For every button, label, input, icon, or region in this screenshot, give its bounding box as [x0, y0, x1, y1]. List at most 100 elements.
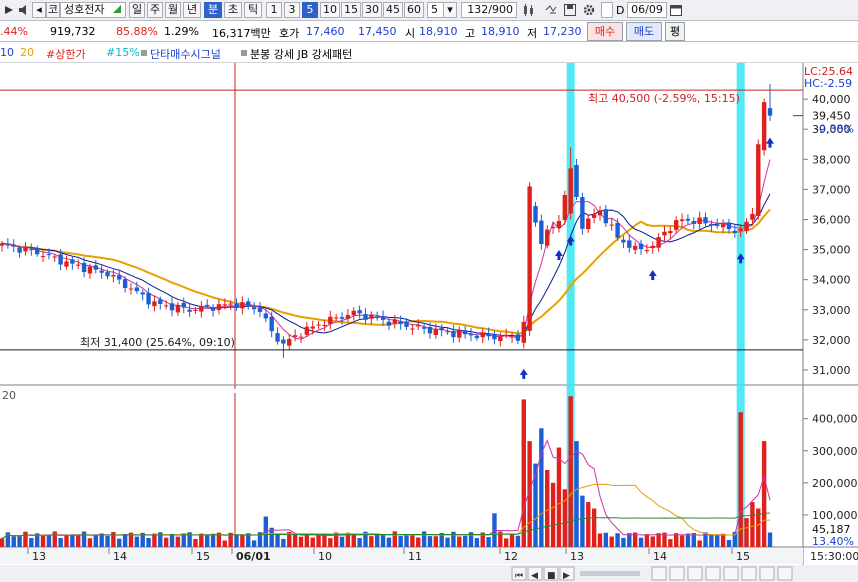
candle-body [468, 333, 474, 336]
crosshair-icon[interactable] [544, 3, 558, 17]
quote-change-pct: .44% [0, 25, 28, 38]
candle-body [644, 250, 650, 252]
interval-45-button[interactable]: 45 [383, 2, 403, 18]
date-field[interactable]: 06/09 [627, 2, 667, 18]
prev-stock-button[interactable]: ◂ [32, 2, 46, 18]
candle-body [134, 287, 140, 292]
legend-ma10[interactable]: 10 [0, 46, 14, 59]
zoom-tool-icon [741, 566, 757, 581]
volume-bar [404, 534, 409, 547]
candle-body [70, 259, 75, 264]
buy-button[interactable]: 매수 [587, 22, 623, 41]
candle-body [105, 272, 110, 277]
candle-body [533, 206, 538, 223]
candle-body [586, 218, 591, 230]
legend-upper-limit[interactable]: #상한가 [46, 46, 86, 62]
candle-body [163, 305, 169, 307]
speaker-icon[interactable] [17, 3, 31, 17]
period-day-button[interactable]: 일 [129, 2, 145, 18]
candle-body [410, 328, 415, 330]
interval-dropdown-icon[interactable]: ▾ [443, 2, 457, 18]
period-second-button[interactable]: 초 [224, 2, 242, 18]
volume-bar [586, 502, 591, 547]
candle-body [275, 333, 280, 342]
volume-bar [644, 534, 650, 547]
volume-bar [709, 534, 714, 547]
volume-pane-label: 20 [2, 389, 16, 402]
chart-toolbar: ◂ 코 성호전자 일 주 월 년 분 초 틱 1 3 5 10 15 30 45… [0, 0, 858, 21]
scroll-thumb [580, 571, 640, 576]
candle-body [433, 329, 439, 335]
volume-bar [562, 489, 568, 547]
volume-bar [240, 534, 245, 547]
gear-icon[interactable] [582, 3, 596, 17]
volume-bar [328, 538, 333, 547]
volume-bar [462, 535, 468, 547]
candle-body [328, 316, 333, 324]
volume-bar [392, 531, 397, 547]
stock-search-icon[interactable] [112, 4, 122, 14]
volume-bar [474, 538, 480, 547]
candle-body [345, 314, 351, 319]
market-code[interactable]: 코 [46, 2, 60, 18]
legend-ma20[interactable]: 20 [20, 46, 34, 59]
legend-buy-signal[interactable]: 단타매수시그널 [150, 46, 221, 62]
candle-body [627, 240, 632, 248]
candle-body [445, 331, 450, 333]
volume-bar [556, 447, 562, 547]
volume-bar [46, 535, 52, 547]
zoom-tool-icon [777, 566, 793, 581]
time-tick-label: 11 [408, 550, 422, 563]
candle-body [756, 144, 761, 216]
quote-open-label: 시 [405, 27, 416, 40]
quote-bid-price: 17,450 [358, 25, 397, 38]
interval-5-button[interactable]: 5 [302, 2, 318, 18]
stock-chart[interactable]: 40,00039,00038,00037,00036,00035,00034,0… [0, 63, 858, 582]
date-checkbox[interactable] [601, 2, 613, 18]
interval-3-button[interactable]: 3 [284, 2, 300, 18]
candle-body [304, 326, 310, 335]
volume-bar [111, 532, 116, 547]
chart-scroll-controls[interactable]: ⏮ ◀ ■ ▶ [0, 565, 858, 582]
candle-body [380, 316, 386, 320]
quote-high: 18,910 [481, 25, 520, 38]
volume-bar [486, 537, 491, 547]
save-icon[interactable] [563, 3, 577, 17]
volume-bar [597, 533, 603, 547]
interval-10-button[interactable]: 10 [320, 2, 340, 18]
zoom-tool-icon [759, 566, 775, 581]
candle-body [738, 229, 743, 232]
volume-bar [421, 531, 427, 547]
quote-low-label: 저 [527, 27, 538, 40]
zoom-tool-icon [705, 566, 721, 581]
legend-pattern[interactable]: 분봉 강세 JB 강세패턴 [250, 46, 352, 62]
volume-bar [134, 536, 140, 547]
arrow-menu-icon[interactable] [2, 3, 16, 17]
interval-15-button[interactable]: 15 [341, 2, 361, 18]
volume-bar [568, 396, 573, 547]
interval-60-button[interactable]: 60 [404, 2, 424, 18]
period-minute-button[interactable]: 분 [204, 2, 222, 18]
volume-bar [64, 534, 69, 547]
candle-body [281, 339, 286, 344]
time-axis: 13 14 15 06/01 10 11 12 13 14 15 15:30:00 [0, 548, 858, 564]
legend-15pct[interactable]: #15% [106, 46, 140, 59]
volume-bar [52, 531, 57, 547]
period-year-button[interactable]: 년 [183, 2, 201, 18]
volume-bar [11, 536, 16, 547]
eval-button[interactable]: 평 [665, 22, 685, 41]
interval-30-button[interactable]: 30 [362, 2, 382, 18]
period-month-button[interactable]: 월 [165, 2, 181, 18]
candle-settings-icon[interactable] [522, 3, 536, 17]
volume-bar [750, 502, 755, 547]
period-tick-button[interactable]: 틱 [244, 2, 262, 18]
scroll-control-icon: ◀ [531, 571, 538, 581]
calendar-icon[interactable] [669, 3, 683, 17]
sell-button[interactable]: 매도 [626, 22, 662, 41]
candle-count-field[interactable]: 132/900 [461, 2, 517, 18]
current-price-label: 39,450 [812, 110, 851, 123]
period-week-button[interactable]: 주 [147, 2, 163, 18]
zoom-tool-icon [687, 566, 703, 581]
interval-1-button[interactable]: 1 [266, 2, 282, 18]
volume-bar [146, 537, 151, 547]
